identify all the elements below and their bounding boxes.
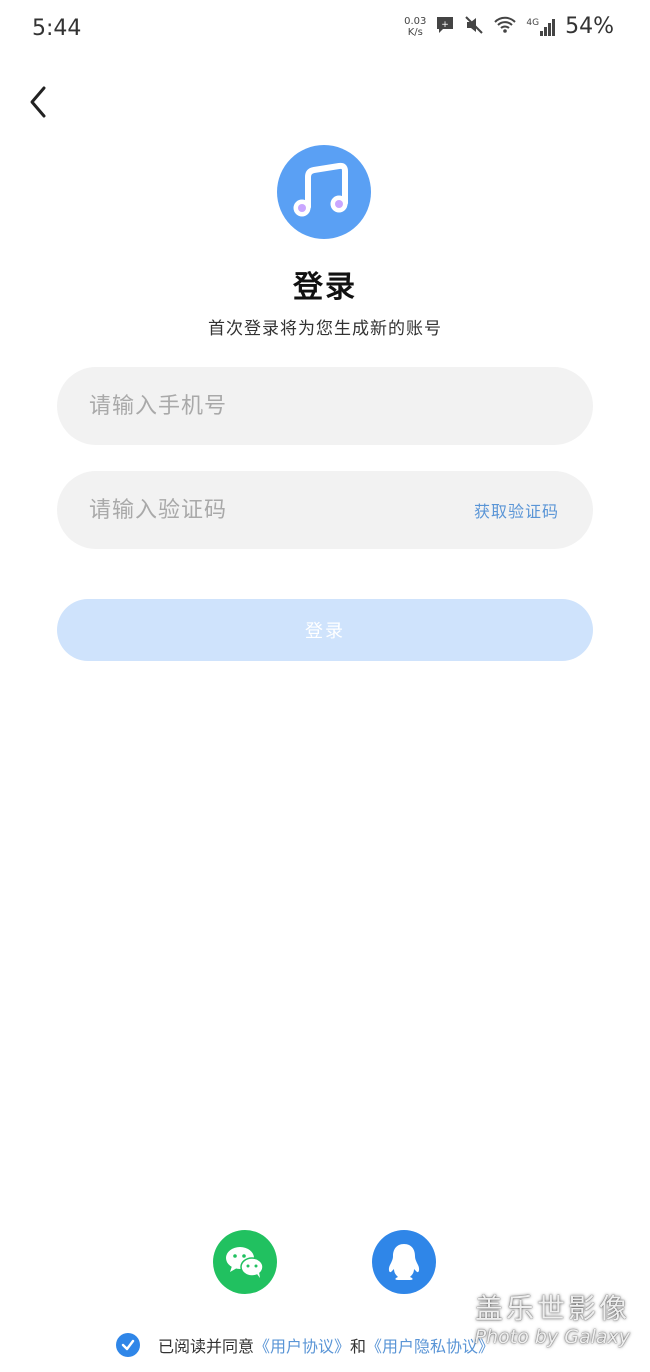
page-subtitle: 首次登录将为您生成新的账号 xyxy=(208,319,442,339)
wechat-icon xyxy=(226,1247,264,1278)
phone-input[interactable] xyxy=(87,392,431,420)
camera-watermark: 盖乐世影像 Photo by Galaxy xyxy=(475,1292,630,1348)
qq-login-button[interactable] xyxy=(372,1230,436,1294)
status-bar: 5:44 0.03 K/s + 4G 54% xyxy=(0,0,650,62)
page-title: 登录 xyxy=(293,270,357,305)
signal-icon: 4G xyxy=(526,18,556,36)
verification-code-input[interactable] xyxy=(87,496,431,524)
back-button[interactable] xyxy=(22,82,58,122)
wechat-login-button[interactable] xyxy=(213,1230,277,1294)
net-speed-unit: K/s xyxy=(407,26,423,38)
mute-icon xyxy=(464,15,484,39)
agreement-conjunction: 和 xyxy=(350,1337,367,1356)
get-code-button[interactable]: 获取验证码 xyxy=(474,498,559,522)
verification-code-field: 获取验证码 xyxy=(57,471,593,549)
agreement-prefix: 已阅读并同意 xyxy=(158,1337,255,1356)
network-type: 4G xyxy=(526,17,540,28)
net-speed-value: 0.03 xyxy=(404,15,427,27)
agreement-row: 已阅读并同意 《用户协议》 和 《用户隐私协议》 xyxy=(116,1332,494,1358)
status-icons: 0.03 K/s + 4G 54% xyxy=(404,14,614,39)
login-button[interactable]: 登录 xyxy=(57,599,593,661)
checkmark-icon xyxy=(121,1339,135,1351)
battery-level: 54% xyxy=(565,14,614,39)
wifi-icon xyxy=(493,15,517,39)
svg-text:+: + xyxy=(442,20,450,30)
chevron-left-icon xyxy=(30,86,46,118)
agree-checkbox[interactable] xyxy=(116,1333,140,1357)
net-speed: 0.03 K/s xyxy=(404,16,426,38)
user-agreement-link[interactable]: 《用户协议》 xyxy=(254,1333,350,1357)
status-time: 5:44 xyxy=(32,16,82,41)
watermark-line1: 盖乐世影像 xyxy=(474,1292,630,1325)
login-button-label: 登录 xyxy=(305,621,345,642)
phone-field xyxy=(57,367,593,445)
music-note-icon xyxy=(293,162,348,217)
qq-icon xyxy=(388,1244,420,1280)
message-icon: + xyxy=(435,15,455,39)
watermark-line2: Photo by Galaxy xyxy=(474,1326,630,1348)
app-logo xyxy=(277,145,371,239)
